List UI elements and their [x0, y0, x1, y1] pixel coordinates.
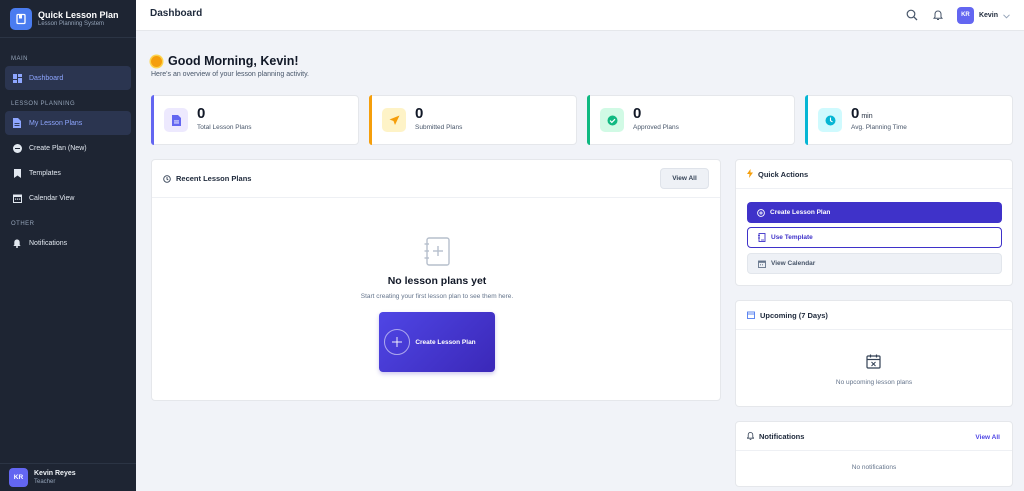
- avatar[interactable]: KR: [956, 6, 974, 24]
- plus-icon: [384, 329, 411, 355]
- button-label: View Calendar: [771, 260, 816, 267]
- sidebar-item-label: Dashboard: [29, 74, 64, 82]
- sidebar-user[interactable]: KR Kevin Reyes Teacher: [0, 463, 136, 491]
- button-label: Create Lesson Plan: [770, 209, 831, 216]
- card-title: Recent Lesson Plans: [176, 174, 252, 183]
- stat-label: Avg. Planning Time: [851, 124, 907, 131]
- app-name: Quick Lesson Plan: [38, 9, 119, 20]
- stat-card-avg-time: 0 min Avg. Planning Time: [805, 95, 1013, 145]
- document-add-icon: [424, 237, 450, 272]
- user-name: Kevin Reyes: [34, 470, 76, 477]
- history-icon: [163, 170, 171, 188]
- card-header: Upcoming (7 Days): [736, 301, 1012, 330]
- section-label-lesson-planning: LESSON PLANNING: [11, 101, 76, 107]
- button-label: Use Template: [771, 234, 813, 241]
- sidebar-item-label: Notifications: [29, 239, 68, 247]
- document-icon: [12, 118, 22, 128]
- sidebar-item-notifications[interactable]: Notifications: [5, 231, 131, 255]
- upcoming-card: Upcoming (7 Days) No upcoming lesson pla…: [735, 300, 1013, 407]
- sidebar-item-label: Templates: [29, 169, 61, 177]
- section-label-main: MAIN: [11, 56, 28, 62]
- card-header: Recent Lesson Plans: [152, 160, 720, 198]
- stat-accent: [587, 95, 590, 145]
- template-icon: [757, 233, 766, 242]
- check-circle-icon: [600, 108, 624, 132]
- topbar-actions: KR Kevin: [905, 6, 1010, 24]
- card-title: Quick Actions: [758, 169, 809, 179]
- calendar-icon: [757, 259, 766, 268]
- greeting: Good Morning, Kevin!: [151, 54, 299, 68]
- sidebar: Quick Lesson Plan Lesson Planning System…: [0, 0, 136, 491]
- document-icon: [164, 108, 188, 132]
- notifications-empty-text: No notifications: [851, 464, 897, 471]
- bell-icon: [12, 238, 22, 248]
- stat-value: 0: [415, 105, 424, 122]
- stat-accent: [805, 95, 808, 145]
- card-title: Notifications: [759, 431, 805, 441]
- view-all-link[interactable]: View All: [975, 434, 1000, 441]
- empty-state-title: No lesson plans yet: [387, 275, 487, 287]
- user-menu-name[interactable]: Kevin: [979, 12, 998, 19]
- topbar: Dashboard KR Kevin: [136, 0, 1024, 31]
- stat-label: Submitted Plans: [415, 124, 463, 131]
- stat-label: Total Lesson Plans: [197, 124, 252, 131]
- plus-circle-icon: [756, 208, 765, 217]
- stat-accent: [151, 95, 154, 145]
- clock-icon: [818, 108, 842, 132]
- chevron-down-icon[interactable]: [1003, 6, 1010, 24]
- quick-actions-card: Quick Actions Create Lesson Plan Use Tem…: [735, 159, 1013, 286]
- app-tagline: Lesson Planning System: [38, 20, 105, 27]
- recent-lesson-plans-card: Recent Lesson Plans View All No lesson p…: [151, 159, 721, 401]
- page-title: Dashboard: [150, 8, 203, 19]
- notifications-card: Notifications View All No notifications: [735, 421, 1013, 487]
- user-role: Teacher: [34, 479, 56, 485]
- card-title: Upcoming (7 Days): [760, 310, 828, 320]
- stat-card-total: 0 Total Lesson Plans: [151, 95, 359, 145]
- bell-icon[interactable]: [931, 8, 945, 22]
- lightning-icon: [747, 165, 753, 183]
- sun-icon: [151, 55, 162, 67]
- sidebar-item-create-plan[interactable]: Create Plan (New): [5, 136, 131, 160]
- dashboard-icon: [12, 73, 22, 83]
- sidebar-item-templates[interactable]: Templates: [5, 161, 131, 185]
- avatar: KR: [9, 468, 28, 487]
- brand[interactable]: Quick Lesson Plan Lesson Planning System: [0, 0, 136, 38]
- stat-value: 0: [197, 105, 206, 122]
- view-all-button[interactable]: View All: [660, 168, 709, 189]
- sidebar-item-label: Create Plan (New): [29, 144, 87, 152]
- stat-label: Approved Plans: [633, 124, 679, 131]
- section-label-other: OTHER: [11, 221, 35, 227]
- sidebar-item-label: Calendar View: [29, 194, 75, 202]
- sidebar-item-calendar-view[interactable]: Calendar View: [5, 186, 131, 210]
- sidebar-item-dashboard[interactable]: Dashboard: [5, 66, 131, 90]
- sidebar-item-label: My Lesson Plans: [29, 119, 83, 127]
- calendar-icon: [12, 193, 22, 203]
- stat-value: 0 min: [851, 105, 873, 122]
- bookmark-icon: [12, 168, 22, 178]
- stat-card-approved: 0 Approved Plans: [587, 95, 795, 145]
- stat-card-submitted: 0 Submitted Plans: [369, 95, 577, 145]
- sidebar-item-my-lesson-plans[interactable]: My Lesson Plans: [5, 111, 131, 135]
- create-lesson-plan-button[interactable]: Create Lesson Plan: [747, 202, 1002, 223]
- create-lesson-plan-button[interactable]: Create Lesson Plan: [379, 312, 495, 372]
- upcoming-empty-text: No upcoming lesson plans: [835, 379, 913, 386]
- send-icon: [382, 108, 406, 132]
- search-icon[interactable]: [905, 8, 919, 22]
- stat-accent: [369, 95, 372, 145]
- stat-value: 0: [633, 105, 642, 122]
- button-label: Create Lesson Plan: [415, 338, 476, 346]
- view-calendar-button[interactable]: View Calendar: [747, 253, 1002, 274]
- bell-icon: [746, 427, 755, 445]
- plus-circle-icon: [12, 143, 22, 153]
- card-header: Quick Actions: [736, 160, 1012, 189]
- use-template-button[interactable]: Use Template: [747, 227, 1002, 248]
- book-icon: [10, 7, 32, 30]
- empty-state-subtitle: Start creating your first lesson plan to…: [360, 293, 514, 300]
- calendar-icon: [747, 306, 755, 324]
- card-header: Notifications: [736, 422, 1012, 451]
- calendar-x-icon: [866, 354, 881, 374]
- greeting-title: Good Morning, Kevin!: [168, 54, 299, 68]
- greeting-subtitle: Here's an overview of your lesson planni…: [151, 71, 310, 78]
